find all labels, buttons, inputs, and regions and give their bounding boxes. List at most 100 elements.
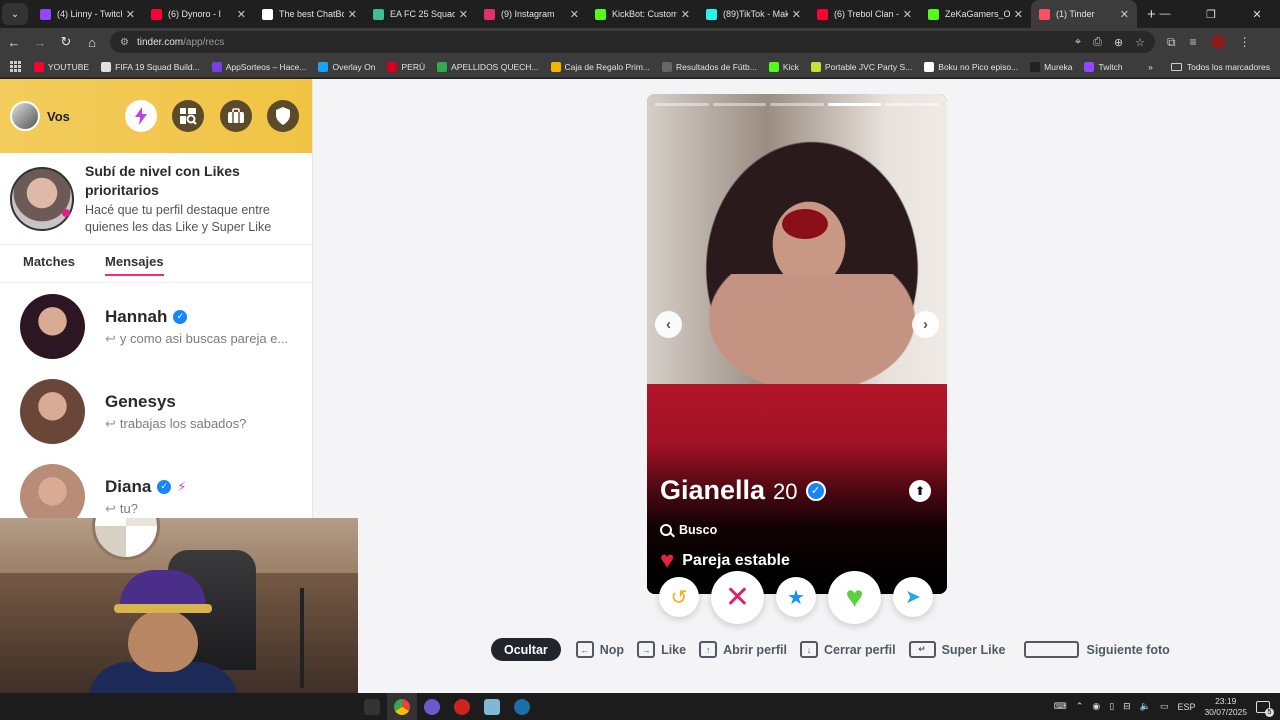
apps-icon[interactable] [10,60,22,73]
work-mode-button[interactable] [220,100,252,132]
tab-close-icon[interactable]: ✕ [459,8,468,21]
photo-progress-segment[interactable] [885,103,939,106]
volume-icon[interactable]: 🔈 [1140,701,1151,712]
menu-icon[interactable]: ⋮ [1239,35,1251,49]
hide-shortcuts-button[interactable]: Ocultar [491,638,561,661]
match-avatar[interactable] [20,294,85,359]
network-icon[interactable]: ⊟ [1123,701,1131,712]
browser-tab[interactable]: (6) Dynoro - I ✕ [143,0,254,28]
next-photo-button[interactable]: › [912,311,939,338]
photo-progress-segment[interactable] [770,103,824,106]
taskbar-app-4[interactable] [477,693,507,720]
bookmark-item[interactable]: Overlay On [318,61,375,72]
boost-button[interactable] [125,100,157,132]
tab-close-icon[interactable]: ✕ [1120,8,1129,21]
location-icon[interactable]: ⌖ [1075,36,1081,49]
keyboard-icon[interactable]: ⌨ [1054,701,1067,712]
browser-tab[interactable]: (1) Tinder ✕ [1031,0,1137,28]
shield-tray-icon[interactable]: ▯ [1109,701,1114,712]
all-bookmarks-button[interactable]: Todos los marcadores [1170,62,1270,72]
boost-send-button[interactable]: ➤ [893,577,933,617]
bookmark-item[interactable]: PERÚ [387,61,425,72]
record-icon[interactable]: ◉ [1092,701,1100,712]
tab-search-button[interactable]: ⌄ [2,3,28,25]
taskbar-app-start[interactable] [357,693,387,720]
safety-button[interactable] [267,100,299,132]
maximize-button[interactable]: ❐ [1188,0,1234,28]
message-row[interactable]: Genesys ↩ trabajas los sabados? [0,369,313,454]
tab-close-icon[interactable]: ✕ [903,8,912,21]
taskbar-app-3[interactable] [447,693,477,720]
photo-progress-segment[interactable] [712,103,767,106]
battery-icon[interactable]: ▭ [1160,701,1169,712]
back-icon[interactable]: ← [2,30,26,54]
bookmark-item[interactable]: APELLIDOS QUECH... [437,61,539,72]
extensions-icon[interactable]: ⧉ [1167,35,1176,50]
bookmark-item[interactable]: FIFA 19 Squad Build... [101,61,200,72]
taskbar-app-chrome[interactable] [387,693,417,720]
tab-close-icon[interactable]: ✕ [126,8,135,21]
bookmark-item[interactable]: Resultados de Fútb... [662,61,757,72]
like-button[interactable]: ♥ [828,571,881,624]
bookmark-favicon-icon [768,61,779,72]
priority-likes-promo[interactable]: Subí de nivel con Likes prioritarios Hac… [0,153,312,245]
browser-tab[interactable]: (9) Instagram ✕ [476,0,587,28]
browser-tab[interactable]: (89)TikTok - Make ✕ [698,0,809,28]
taskbar-app-steam[interactable] [507,693,537,720]
media-controls-icon[interactable]: ≡ [1190,35,1197,49]
tab-close-icon[interactable]: ✕ [237,8,246,21]
forward-icon[interactable]: → [28,30,52,54]
bookmark-item[interactable]: Mureka [1030,61,1072,72]
user-avatar[interactable] [10,101,40,131]
browser-tab[interactable]: The best ChatBot ✕ [254,0,365,28]
browser-tab[interactable]: KickBot: Customiz ✕ [587,0,698,28]
rewind-button[interactable]: ↺ [659,577,699,617]
reload-icon[interactable]: ↻ [54,30,78,54]
site-info-icon[interactable]: ⚙ [120,37,129,48]
tab-close-icon[interactable]: ✕ [681,8,690,21]
minimize-button[interactable]: — [1142,0,1188,28]
promo-title: Subí de nivel con Likes prioritarios [85,162,240,198]
install-app-icon[interactable]: ⎙ [1093,36,1102,49]
open-profile-button[interactable]: ⬆ [909,480,931,502]
close-window-button[interactable]: ✕ [1234,0,1280,28]
bookmark-item[interactable]: Twitch [1084,61,1123,72]
tab-close-icon[interactable]: ✕ [792,8,801,21]
bookmark-item[interactable]: Boku no Pico episo... [924,61,1018,72]
browser-tab[interactable]: EA FC 25 Squad B ✕ [365,0,476,28]
bookmark-item[interactable]: Kick [768,61,799,72]
nope-button[interactable]: ✕ [711,571,764,624]
bookmark-item[interactable]: YOUTUBE [34,61,89,72]
browser-tab[interactable]: (6) Trebol Clan - A ✕ [809,0,920,28]
tab-matches[interactable]: Matches [23,254,75,273]
home-icon[interactable]: ⌂ [80,30,104,54]
address-bar[interactable]: ⚙ tinder.com/app/recs ⌖ ⎙ ⊕ ☆ [110,31,1155,53]
more-bookmarks-icon[interactable]: » [1148,62,1153,72]
tab-mensajes[interactable]: Mensajes [105,254,164,276]
browser-tab[interactable]: (4) Linny - Twitch ✕ [32,0,143,28]
match-avatar[interactable] [20,379,85,444]
chevron-up-icon[interactable]: ⌃ [1076,701,1084,712]
zoom-icon[interactable]: ⊕ [1114,36,1123,49]
tab-close-icon[interactable]: ✕ [1014,8,1023,21]
photo-progress-segment[interactable] [827,103,882,106]
prev-photo-button[interactable]: ‹ [655,311,682,338]
message-row[interactable]: Hannah ✓ ↩ y como asi buscas pareja e... [0,284,313,369]
bookmark-item[interactable]: AppSorteos – Hace... [211,61,306,72]
bookmark-star-icon[interactable]: ☆ [1135,36,1145,49]
photo-progress-segment[interactable] [655,103,709,106]
bookmark-item[interactable]: Portable JVC Party S... [810,61,912,72]
tab-close-icon[interactable]: ✕ [570,8,579,21]
language-indicator[interactable]: ESP [1177,702,1195,712]
profile-avatar[interactable] [1210,35,1225,49]
clock[interactable]: 23:19 30/07/2025 [1204,696,1247,718]
bookmark-item[interactable]: Caja de Regalo Prim... [550,61,650,72]
taskbar-app-2[interactable] [417,693,447,720]
explore-button[interactable] [172,100,204,132]
browser-tab[interactable]: ZeKaGamers_Ofic ✕ [920,0,1031,28]
notifications-icon[interactable]: 5 [1256,700,1274,717]
tab-close-icon[interactable]: ✕ [348,8,357,21]
super-like-button[interactable]: ★ [776,577,816,617]
user-label[interactable]: Vos [47,109,70,124]
profile-card[interactable]: ‹ › Gianella 20 ✓ ⬆ Busco ♥ Pareja estab… [647,94,947,594]
